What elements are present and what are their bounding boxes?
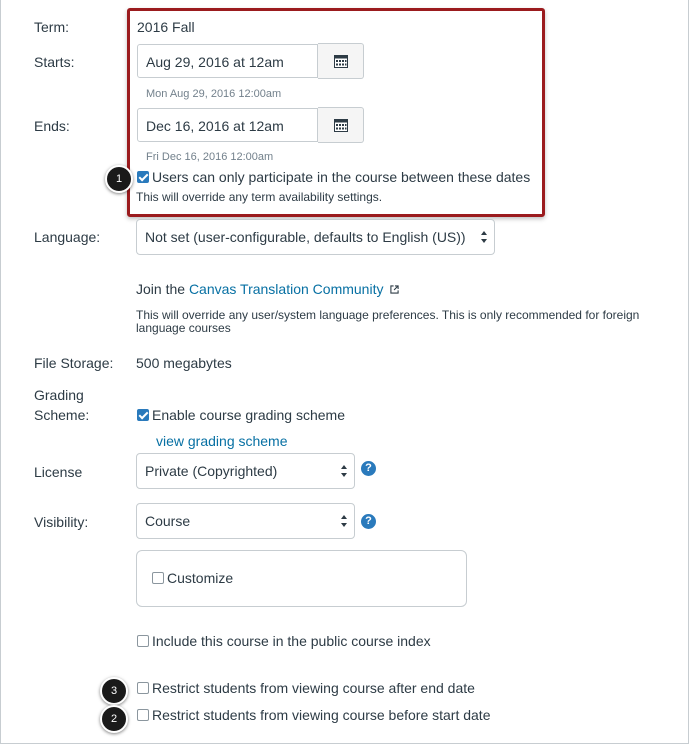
starts-label: Starts:	[34, 54, 75, 70]
file-storage-label: File Storage:	[34, 355, 114, 371]
language-override-note: This will override any user/system langu…	[136, 308, 640, 335]
restrict-before-start-checkbox[interactable]	[137, 709, 149, 721]
language-selected: Not set (user-configurable, defaults to …	[145, 229, 466, 245]
file-storage-value: 500 megabytes	[136, 355, 232, 371]
customize-label[interactable]: Customize	[167, 570, 233, 586]
grading-label-line1: Grading	[34, 387, 84, 403]
visibility-select[interactable]: Course	[136, 503, 355, 539]
restrict-after-end-label[interactable]: Restrict students from viewing course af…	[152, 680, 475, 696]
restrict-after-end-checkbox[interactable]	[137, 682, 149, 694]
term-label: Term:	[34, 19, 69, 35]
language-label: Language:	[34, 229, 101, 245]
visibility-selected: Course	[145, 513, 191, 529]
visibility-label: Visibility:	[34, 514, 89, 530]
translation-community-line: Join the Canvas Translation Community	[136, 281, 399, 297]
join-prefix: Join the	[136, 281, 189, 297]
translation-community-link[interactable]: Canvas Translation Community	[189, 281, 384, 297]
public-index-checkbox[interactable]	[137, 635, 149, 647]
license-help-icon[interactable]: ?	[361, 461, 376, 476]
highlight-box	[127, 8, 545, 217]
callout-badge-3: 3	[100, 677, 128, 705]
grading-scheme-checkbox[interactable]	[137, 409, 149, 421]
customize-checkbox[interactable]	[152, 572, 164, 584]
license-selected: Private (Copyrighted)	[145, 463, 278, 479]
license-label: License	[34, 464, 83, 480]
visibility-help-icon[interactable]: ?	[361, 514, 376, 529]
callout-badge-2: 2	[100, 705, 128, 733]
callout-badge-1: 1	[105, 165, 133, 193]
public-index-label[interactable]: Include this course in the public course…	[152, 633, 431, 649]
restrict-before-start-label[interactable]: Restrict students from viewing course be…	[152, 707, 490, 723]
select-arrows-icon	[341, 465, 347, 477]
ends-label: Ends:	[34, 118, 70, 134]
grading-scheme-label[interactable]: Enable course grading scheme	[152, 407, 345, 423]
select-arrows-icon	[341, 515, 347, 527]
external-link-icon	[390, 285, 399, 294]
language-select[interactable]: Not set (user-configurable, defaults to …	[136, 219, 495, 255]
select-arrows-icon	[481, 231, 487, 243]
grading-label-line2: Scheme:	[34, 407, 90, 423]
license-select[interactable]: Private (Copyrighted)	[136, 453, 355, 489]
view-grading-scheme-link[interactable]: view grading scheme	[156, 433, 288, 449]
